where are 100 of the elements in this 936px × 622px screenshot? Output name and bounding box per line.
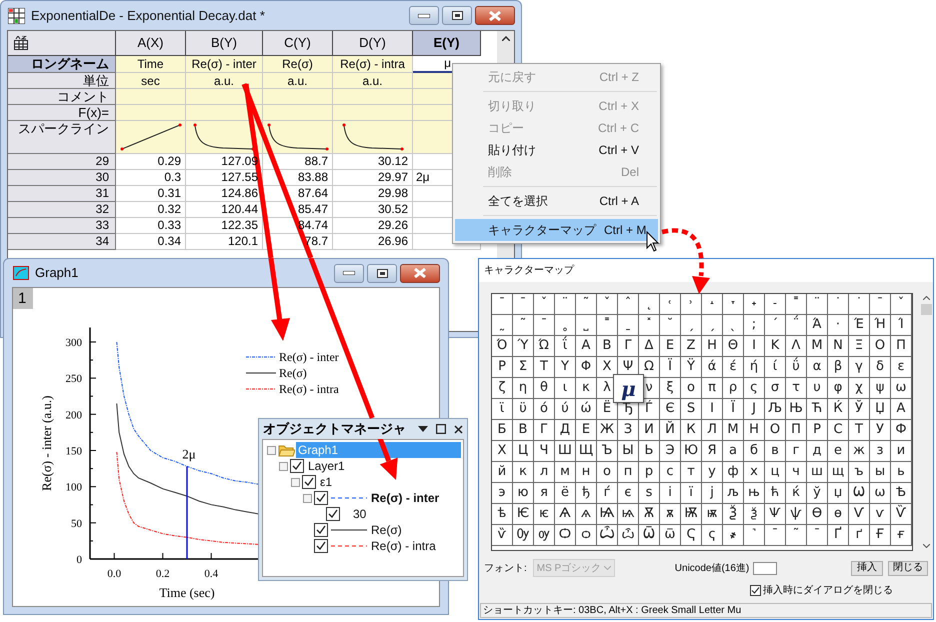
character-cell[interactable]: ί — [772, 360, 778, 374]
character-cell[interactable]: Ъ — [602, 444, 612, 458]
tree-item[interactable]: Re(σ) - intra — [369, 538, 461, 554]
character-cell[interactable]: Η — [707, 339, 717, 353]
character-cell[interactable]: ˆ — [624, 297, 632, 311]
checkbox[interactable] — [314, 491, 328, 505]
character-cell[interactable]: ˕ — [730, 297, 736, 311]
character-cell[interactable]: ё — [561, 486, 569, 500]
character-cell[interactable]: М — [727, 423, 739, 437]
character-cell[interactable]: ˙ — [856, 297, 862, 311]
character-cell[interactable]: ѱ — [790, 507, 802, 521]
column-header[interactable]: D(Y) — [333, 31, 413, 56]
character-cell[interactable]: Ψ — [622, 360, 634, 374]
character-cell[interactable]: Ч — [540, 444, 548, 458]
character-cell[interactable]: ї — [689, 486, 693, 500]
character-cell[interactable]: Ѽ — [599, 528, 615, 542]
character-cell[interactable]: ѭ — [706, 507, 718, 521]
character-cell[interactable]: ˉ — [540, 318, 548, 332]
character-cell[interactable]: χ — [855, 381, 863, 395]
character-cell[interactable]: Е — [582, 423, 590, 437]
character-cell[interactable]: ρ — [728, 381, 738, 395]
character-cell[interactable]: Ь — [644, 444, 654, 458]
character-cell[interactable]: ˜ — [520, 318, 526, 332]
character-cell[interactable]: κ — [582, 381, 590, 395]
character-cell[interactable]: ς — [750, 381, 758, 395]
character-cell[interactable]: Р — [813, 423, 821, 437]
dialog-button[interactable]: 閉じる — [888, 560, 928, 576]
character-cell[interactable]: й — [498, 465, 506, 479]
character-cell[interactable]: љ — [727, 486, 739, 500]
character-cell[interactable]: φ — [834, 381, 842, 395]
checkbox[interactable] — [290, 459, 304, 473]
character-cell[interactable]: ч — [792, 465, 800, 479]
character-cell[interactable]: δ — [876, 360, 884, 374]
character-cell[interactable]: Ѿ — [642, 528, 656, 542]
character-cell[interactable]: σ — [770, 381, 780, 395]
character-cell[interactable]: Х — [498, 444, 506, 458]
character-cell[interactable]: Ζ — [686, 339, 696, 353]
scroll-up-icon[interactable] — [922, 296, 930, 300]
character-cell[interactable]: ˔ — [708, 297, 716, 311]
character-cell[interactable]: β — [834, 360, 842, 374]
character-cell[interactable]: ˖ — [751, 297, 757, 311]
character-cell[interactable]: Τ — [540, 360, 548, 374]
character-cell[interactable]: Н — [749, 423, 759, 437]
character-cell[interactable]: Ґ — [834, 528, 842, 542]
character-cell[interactable]: а — [729, 444, 737, 458]
close-button[interactable] — [475, 6, 515, 25]
character-cell[interactable]: τ — [792, 381, 800, 395]
row-header[interactable]: ロングネーム — [8, 56, 116, 73]
character-cell[interactable]: ˇ — [604, 297, 610, 311]
character-cell[interactable]: г — [792, 444, 800, 458]
character-cell[interactable]: Μ — [811, 339, 823, 353]
tree-item[interactable]: Layer1 — [306, 458, 461, 474]
character-cell[interactable]: Χ — [602, 360, 612, 374]
character-cell[interactable]: Є — [665, 402, 675, 416]
dropdown-icon[interactable] — [418, 426, 428, 432]
layer-tab[interactable]: 1 — [13, 288, 33, 309]
character-cell[interactable]: ˗ — [772, 297, 778, 311]
character-cell[interactable]: Ρ — [498, 360, 506, 374]
checkbox[interactable] — [302, 475, 316, 489]
character-cell[interactable]: і — [668, 486, 672, 500]
character-cell[interactable]: Ћ — [812, 402, 822, 416]
menu-item[interactable]: 全てを選択 Ctrl + A — [455, 190, 658, 212]
character-cell[interactable]: ґ — [856, 528, 862, 542]
character-cell[interactable]: С — [833, 423, 843, 437]
character-cell[interactable]: Ж — [600, 423, 614, 437]
maximize-icon[interactable] — [436, 424, 446, 434]
scroll-thumb[interactable] — [920, 304, 932, 315]
character-cell[interactable]: ˇ — [540, 297, 548, 311]
menu-item[interactable]: キャラクターマップ Ctrl + M — [455, 219, 658, 241]
character-cell[interactable]: є — [624, 486, 632, 500]
character-cell[interactable]: ў — [813, 486, 821, 500]
character-cell[interactable]: π — [708, 381, 716, 395]
character-cell[interactable]: Ҁ — [686, 528, 696, 542]
character-cell[interactable]: Έ — [854, 318, 864, 332]
character-cell[interactable]: я — [540, 486, 548, 500]
character-cell[interactable]: Ѧ — [559, 507, 571, 521]
character-cell[interactable]: ъ — [854, 465, 864, 479]
checkbox[interactable] — [326, 507, 340, 521]
character-cell[interactable]: ˎ — [730, 318, 736, 332]
corner-header[interactable] — [8, 31, 116, 56]
character-cell[interactable]: ˽ — [583, 318, 589, 332]
character-cell[interactable]: Ѻ — [558, 528, 572, 542]
character-cell[interactable]: б — [750, 444, 758, 458]
character-cell[interactable]: ˷ — [498, 318, 506, 332]
character-cell[interactable]: Θ — [728, 339, 738, 353]
character-cell[interactable]: Ў — [855, 402, 863, 416]
character-cell[interactable]: В — [518, 423, 528, 437]
character-cell[interactable]: ˍ — [624, 318, 632, 332]
unicode-field[interactable] — [753, 562, 778, 574]
character-cell[interactable]: Ш — [558, 444, 572, 458]
character-cell[interactable]: в — [771, 444, 779, 458]
character-cell[interactable]: ώ — [580, 402, 592, 416]
character-cell[interactable]: Ο — [874, 339, 886, 353]
character-cell[interactable]: ѿ — [664, 528, 676, 542]
checkbox[interactable] — [314, 523, 328, 537]
character-cell[interactable]: ˭ — [792, 297, 800, 311]
character-cell[interactable]: Ѕ — [686, 402, 696, 416]
character-cell[interactable]: Ϊ — [668, 360, 672, 374]
character-cell[interactable]: ҂ — [730, 528, 736, 542]
vertical-scrollbar[interactable] — [919, 293, 933, 551]
